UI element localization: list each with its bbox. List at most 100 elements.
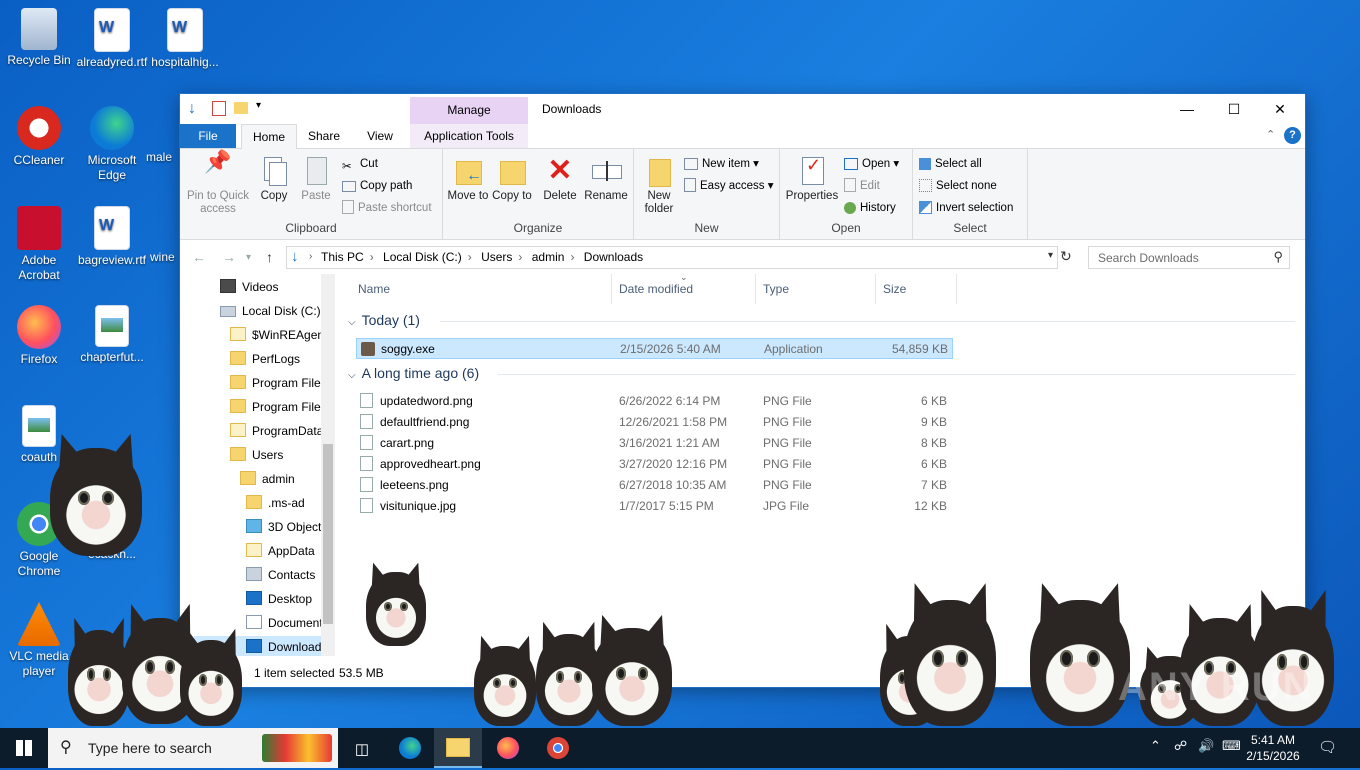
desktop-icon-chapterfut[interactable]: chapterfut... (73, 305, 151, 365)
nav-item-program-files-x86[interactable]: Program Files (230, 396, 327, 418)
breadcrumb-this-pc[interactable]: This PC (321, 250, 364, 264)
edit-button[interactable]: Edit (844, 177, 880, 195)
help-icon[interactable]: ? (1284, 127, 1301, 144)
breadcrumb-admin[interactable]: admin (532, 250, 565, 264)
file-row[interactable]: approvedheart.png 3/27/2020 12:16 PM PNG… (356, 454, 951, 474)
taskbar-chrome-button[interactable] (534, 728, 582, 768)
new-item-button[interactable]: New item ▾ (684, 155, 759, 173)
taskbar-edge-button[interactable] (386, 728, 434, 768)
tab-file[interactable]: File (180, 124, 236, 148)
nav-pane-scrollbar[interactable] (321, 274, 335, 656)
nav-item-program-files[interactable]: Program Files (230, 372, 327, 394)
down-arrow-icon[interactable]: ↓ (188, 100, 204, 117)
move-to-button[interactable]: ← Move to (447, 155, 489, 203)
start-button[interactable] (0, 728, 48, 768)
nav-item-winreagent[interactable]: $WinREAgent (230, 324, 327, 346)
rename-button[interactable]: Rename (583, 155, 629, 203)
address-dropdown-chevron-icon[interactable]: ▾ (1048, 250, 1053, 261)
nav-item-local-disk[interactable]: Local Disk (C:) (220, 300, 321, 322)
notifications-icon[interactable]: 🗨 (1318, 738, 1337, 756)
forward-button[interactable]: → (222, 249, 236, 265)
copy-to-button[interactable]: Copy to (491, 155, 533, 203)
nav-item-ms-ad[interactable]: .ms-ad (246, 492, 305, 514)
keyboard-icon[interactable]: ⌨ (1222, 738, 1241, 754)
desktop-icon-hospitalhig[interactable]: hospitalhig... (146, 8, 224, 70)
desktop-icon-alreadyred[interactable]: alreadyred.rtf (73, 8, 151, 70)
select-all-button[interactable]: Select all (919, 155, 982, 173)
chevron-down-icon[interactable]: ▾ (256, 100, 266, 116)
back-button[interactable]: ← (192, 249, 206, 265)
copy-path-button[interactable]: Copy path (342, 177, 412, 195)
group-header-today[interactable]: ⌵ Today (1) (348, 312, 420, 328)
nav-item-programdata[interactable]: ProgramData (230, 420, 323, 442)
show-hidden-icons-chevron-icon[interactable]: ⌃ (1150, 738, 1161, 754)
scrollbar-thumb[interactable] (323, 444, 333, 624)
tab-share[interactable]: Share (298, 124, 350, 148)
taskbar-search-box[interactable]: ⚲ Type here to search (48, 728, 338, 768)
column-header-name[interactable]: Name (358, 282, 390, 302)
paste-shortcut-button[interactable]: Paste shortcut (342, 199, 432, 217)
file-row-soggy[interactable]: soggy.exe 2/15/2026 5:40 AM Application … (356, 338, 953, 359)
pin-to-quick-access-button[interactable]: 📌 Pin to Quick access (186, 151, 250, 216)
breadcrumb-users[interactable]: Users (481, 250, 512, 264)
maximize-button[interactable]: ☐ (1211, 94, 1257, 124)
file-row[interactable]: defaultfriend.png 12/26/2021 1:58 PM PNG… (356, 412, 951, 432)
nav-item-contacts[interactable]: Contacts (246, 564, 315, 586)
file-row[interactable]: leeteens.png 6/27/2018 10:35 AM PNG File… (356, 475, 951, 495)
desktop-icon-recycle-bin[interactable]: Recycle Bin (0, 8, 78, 68)
desktop-icon-wine[interactable]: wine (150, 250, 179, 265)
select-none-button[interactable]: Select none (919, 177, 997, 195)
invert-selection-button[interactable]: Invert selection (919, 199, 1013, 217)
minimize-button[interactable]: — (1164, 94, 1210, 124)
tab-home[interactable]: Home (241, 124, 297, 149)
desktop-icon-bagreview[interactable]: bagreview.rtf (73, 206, 151, 268)
close-button[interactable]: ✕ (1257, 94, 1303, 124)
search-input[interactable]: Search Downloads ⚲ (1088, 246, 1290, 269)
properties-button[interactable]: ✓ Properties (784, 155, 840, 203)
delete-button[interactable]: ✕ Delete (539, 155, 581, 203)
history-button[interactable]: History (844, 199, 896, 217)
tab-application-tools[interactable]: Application Tools (410, 124, 528, 148)
copy-button[interactable]: Copy (254, 155, 294, 203)
column-header-date-modified[interactable]: Date modified (619, 282, 693, 302)
nav-item-admin[interactable]: admin (240, 468, 295, 490)
desktop-icon-edge[interactable]: Microsoft Edge (73, 106, 151, 183)
file-row[interactable]: visitunique.jpg 1/7/2017 5:15 PM JPG Fil… (356, 496, 951, 516)
group-header-long-ago[interactable]: ⌵ A long time ago (6) (348, 365, 479, 381)
desktop-icon-firefox[interactable]: Firefox (0, 305, 78, 367)
nav-item-appdata[interactable]: AppData (246, 540, 315, 562)
breadcrumb-local-disk[interactable]: Local Disk (C:) (383, 250, 462, 264)
file-row[interactable]: carart.png 3/16/2021 1:21 AM PNG File 8 … (356, 433, 951, 453)
nav-item-desktop[interactable]: Desktop (246, 588, 312, 610)
refresh-icon[interactable]: ↻ (1060, 248, 1072, 265)
system-clock[interactable]: 5:41 AM 2/15/2026 (1240, 732, 1306, 764)
nav-item-videos[interactable]: Videos (220, 276, 278, 298)
chevron-up-icon[interactable]: ⌃ (1266, 128, 1275, 141)
nav-item-3d-objects[interactable]: 3D Objects (246, 516, 327, 538)
volume-icon[interactable]: 🔊 (1198, 738, 1214, 754)
taskbar-firefox-button[interactable] (484, 728, 532, 768)
recent-locations-chevron-icon[interactable]: ▾ (246, 252, 251, 263)
cut-button[interactable]: ✂ Cut (342, 155, 378, 173)
breadcrumb-downloads[interactable]: Downloads (584, 250, 643, 264)
file-row[interactable]: updatedword.png 6/26/2022 6:14 PM PNG Fi… (356, 391, 951, 411)
nav-item-documents[interactable]: Documents (246, 612, 329, 634)
open-button[interactable]: Open ▾ (844, 155, 899, 173)
up-button[interactable]: ↑ (266, 249, 273, 265)
folder-icon[interactable] (234, 102, 248, 114)
column-header-type[interactable]: Type (763, 282, 789, 302)
desktop-icon-ccleaner[interactable]: CCleaner (0, 106, 78, 168)
task-view-button[interactable]: ◫ (338, 728, 386, 768)
tab-view[interactable]: View (354, 124, 406, 148)
properties-check-icon[interactable] (212, 100, 226, 116)
address-bar[interactable]: ↓ › This PC › Local Disk (C:) › Users › adm… (286, 246, 1058, 269)
network-icon[interactable]: ☍ (1174, 738, 1187, 754)
new-folder-button[interactable]: New folder (638, 155, 680, 216)
desktop-icon-vlc[interactable]: VLC media player (0, 602, 78, 679)
desktop-icon-male[interactable]: male (146, 150, 179, 165)
paste-button[interactable]: Paste (296, 155, 336, 203)
taskbar-file-explorer-button[interactable] (434, 728, 482, 768)
nav-item-users[interactable]: Users (230, 444, 283, 466)
nav-item-perflogs[interactable]: PerfLogs (230, 348, 300, 370)
desktop-icon-adobe-acrobat[interactable]: Adobe Acrobat (0, 206, 78, 283)
